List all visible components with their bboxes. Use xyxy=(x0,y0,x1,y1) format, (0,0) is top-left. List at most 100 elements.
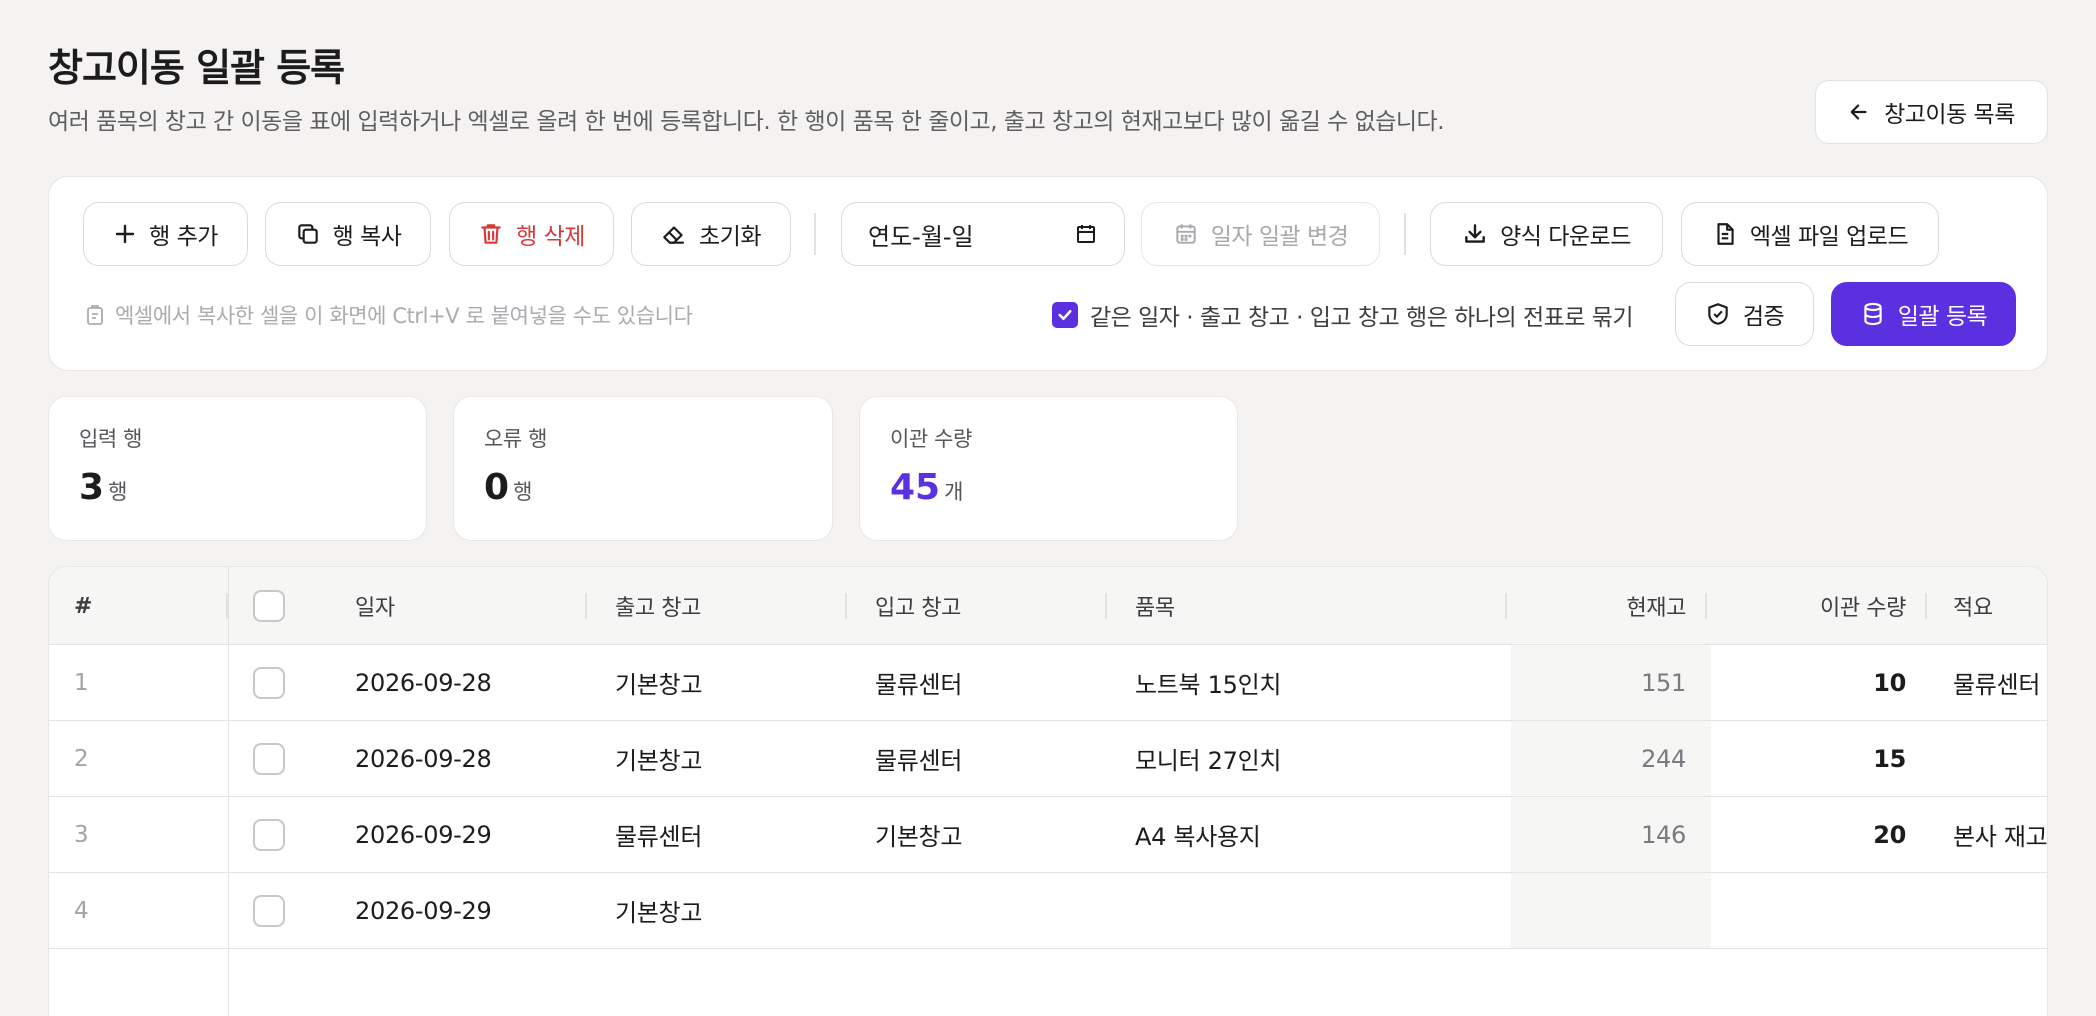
paste-hint: 엑셀에서 복사한 셀을 이 화면에 Ctrl+V 로 붙여넣을 수도 있습니다 xyxy=(83,295,693,335)
cell-date[interactable]: 2026-09-28 xyxy=(355,721,492,796)
table-row[interactable]: 3 2026-09-29 물류센터 기본창고 A4 복사용지 146 20 본사… xyxy=(49,797,2047,873)
check-icon xyxy=(1058,309,1072,321)
group-voucher-label: 같은 일자 · 출고 창고 · 입고 창고 행은 하나의 전표로 묶기 xyxy=(1090,305,1634,331)
download-icon xyxy=(1465,224,1485,243)
back-to-list-button[interactable]: 창고이동 목록 xyxy=(1815,80,2048,144)
bulk-date-input[interactable]: 연도-월-일 xyxy=(841,202,1125,266)
cell-qty[interactable]: 20 xyxy=(1711,797,1906,872)
cell-from-warehouse[interactable]: 기본창고 xyxy=(615,721,702,796)
cell-date[interactable]: 2026-09-29 xyxy=(355,797,492,872)
stat-label: 이관 수량 xyxy=(890,427,972,451)
arrow-left-icon xyxy=(1850,104,1867,120)
calendar-icon[interactable] xyxy=(1074,222,1098,246)
row-checkbox[interactable] xyxy=(253,666,285,699)
trash-icon xyxy=(481,224,501,244)
download-template-button[interactable]: 양식 다운로드 xyxy=(1430,202,1663,266)
cell-qty[interactable] xyxy=(1711,873,1906,948)
row-checkbox[interactable] xyxy=(253,742,285,775)
cell-item[interactable]: 노트북 15인치 xyxy=(1135,645,1281,720)
column-resize-handle[interactable] xyxy=(585,593,587,619)
add-row-button[interactable]: 행 추가 xyxy=(83,202,248,266)
back-button-label: 창고이동 목록 xyxy=(1884,102,2015,128)
bulk-submit-button[interactable]: 일괄 등록 xyxy=(1831,282,2016,346)
cell-memo[interactable]: 물류센터 xyxy=(1953,645,2040,720)
database-icon xyxy=(1864,302,1882,326)
header-num: # xyxy=(74,593,93,619)
table-row[interactable]: 1 2026-09-28 기본창고 물류센터 노트북 15인치 151 10 물… xyxy=(49,645,2047,721)
cell-memo[interactable]: 본사 재고 xyxy=(1953,797,2047,872)
copy-row-label: 행 복사 xyxy=(332,224,402,250)
stat-unit: 개 xyxy=(944,480,964,504)
delete-row-button[interactable]: 행 삭제 xyxy=(449,202,614,266)
cell-to-warehouse[interactable]: 물류센터 xyxy=(875,645,962,720)
cell-date[interactable]: 2026-09-28 xyxy=(355,645,492,720)
cell-item[interactable]: 모니터 27인치 xyxy=(1135,721,1281,796)
row-checkbox[interactable] xyxy=(253,818,285,851)
copy-row-button[interactable]: 행 복사 xyxy=(265,202,431,266)
stat-card-transfer-qty: 이관 수량 45 개 xyxy=(859,396,1238,541)
table-row[interactable]: 2 2026-09-28 기본창고 물류센터 모니터 27인치 244 15 xyxy=(49,721,2047,797)
validate-button[interactable]: 검증 xyxy=(1675,282,1814,346)
cell-to-warehouse[interactable]: 기본창고 xyxy=(875,797,962,872)
stat-value: 0 xyxy=(484,467,510,508)
stat-unit: 행 xyxy=(108,480,128,504)
eraser-icon xyxy=(663,226,684,244)
calendar-grid-icon xyxy=(1176,224,1196,244)
cell-to-warehouse[interactable]: 물류센터 xyxy=(875,721,962,796)
clipboard-icon xyxy=(87,305,103,325)
stat-card-error-rows: 오류 행 0 행 xyxy=(453,396,833,541)
header-to-warehouse: 입고 창고 xyxy=(875,596,961,621)
cell-stock: 151 xyxy=(1641,668,1686,697)
cell-item[interactable]: A4 복사용지 xyxy=(1135,797,1261,872)
stat-unit: 행 xyxy=(513,480,533,504)
row-number: 1 xyxy=(74,669,89,696)
paste-hint-text: 엑셀에서 복사한 셀을 이 화면에 Ctrl+V 로 붙여넣을 수도 있습니다 xyxy=(115,304,693,328)
column-resize-handle[interactable] xyxy=(1925,593,1927,619)
group-voucher-checkbox[interactable] xyxy=(1052,302,1078,328)
column-resize-handle[interactable] xyxy=(845,593,847,619)
cell-from-warehouse[interactable]: 기본창고 xyxy=(615,645,702,720)
row-number: 2 xyxy=(74,745,89,772)
cell-stock xyxy=(1511,873,1686,948)
header-stock: 현재고 xyxy=(1626,596,1686,621)
row-checkbox[interactable] xyxy=(253,894,285,927)
toolbar-divider xyxy=(1404,213,1406,255)
stat-value: 45 xyxy=(890,467,941,508)
bulk-date-change-button[interactable]: 일자 일괄 변경 xyxy=(1141,202,1380,266)
cell-from-warehouse[interactable]: 기본창고 xyxy=(615,873,702,948)
header-item: 품목 xyxy=(1135,596,1175,621)
header-select-all[interactable] xyxy=(253,567,285,645)
validate-label: 검증 xyxy=(1742,304,1785,330)
upload-excel-label: 엑셀 파일 업로드 xyxy=(1749,224,1909,250)
upload-excel-button[interactable]: 엑셀 파일 업로드 xyxy=(1681,202,1939,266)
toolbar-divider xyxy=(814,213,816,255)
cell-stock: 146 xyxy=(1641,820,1686,849)
copy-icon xyxy=(297,224,318,244)
delete-row-label: 행 삭제 xyxy=(516,224,585,250)
row-number: 4 xyxy=(74,897,89,924)
column-resize-handle[interactable] xyxy=(1505,593,1507,619)
cell-date[interactable]: 2026-09-29 xyxy=(355,873,492,948)
group-voucher-option[interactable]: 같은 일자 · 출고 창고 · 입고 창고 행은 하나의 전표로 묶기 xyxy=(1052,293,1634,337)
reset-button[interactable]: 초기화 xyxy=(631,202,791,266)
cell-qty[interactable]: 15 xyxy=(1711,721,1906,796)
cell-qty[interactable]: 10 xyxy=(1711,645,1906,720)
add-row-label: 행 추가 xyxy=(149,224,218,250)
select-all-checkbox[interactable] xyxy=(253,590,285,622)
grid-header: # 일자 출고 창고 입고 창고 품목 현재고 이관 수량 적요 xyxy=(49,567,2047,645)
table-row[interactable]: 4 2026-09-29 기본창고 xyxy=(49,873,2047,949)
column-resize-handle[interactable] xyxy=(1105,593,1107,619)
file-sheet-icon xyxy=(1717,223,1734,245)
page-header: 창고이동 일괄 등록 여러 품목의 창고 간 이동을 표에 입력하거나 엑셀로 … xyxy=(48,44,1445,136)
page-description: 여러 품목의 창고 간 이동을 표에 입력하거나 엑셀로 올려 한 번에 등록합… xyxy=(48,109,1445,135)
bulk-submit-label: 일괄 등록 xyxy=(1897,304,1988,330)
reset-label: 초기화 xyxy=(699,224,761,250)
download-template-label: 양식 다운로드 xyxy=(1500,224,1631,250)
toolbar-card: 행 추가 행 복사 행 삭제 초기화 연도-월-일 일자 일괄 변경 양식 다운… xyxy=(48,176,2048,371)
bulk-date-change-label: 일자 일괄 변경 xyxy=(1210,224,1349,250)
date-input-placeholder: 연도-월-일 xyxy=(868,222,974,251)
column-resize-handle[interactable] xyxy=(1705,593,1707,619)
plus-icon xyxy=(115,224,135,244)
shield-check-icon xyxy=(1708,303,1728,325)
cell-from-warehouse[interactable]: 물류센터 xyxy=(615,797,702,872)
